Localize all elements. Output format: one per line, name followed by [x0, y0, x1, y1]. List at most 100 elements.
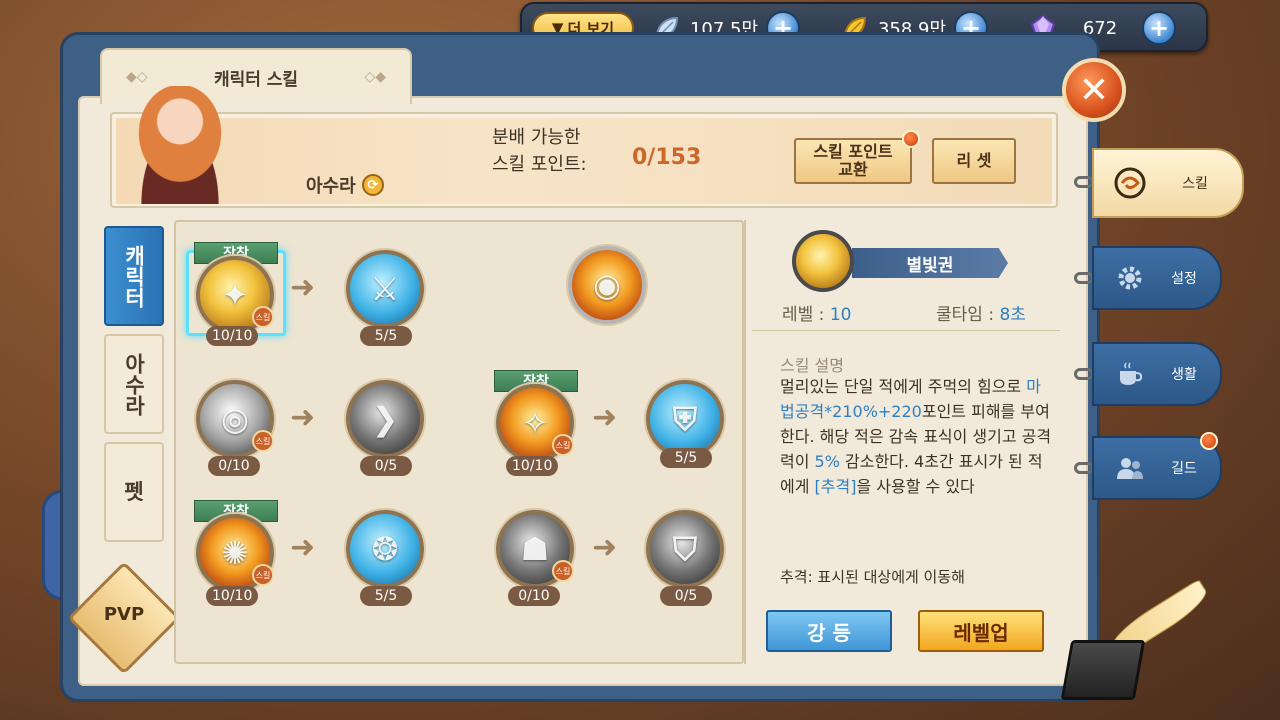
skill-burst[interactable]: ✺ 스킬 [196, 514, 274, 592]
tab-asura-label: 아수라 [122, 352, 146, 416]
swap-character-icon[interactable]: ⟳ [361, 174, 384, 196]
tab-guild-label: 길드 [1171, 461, 1197, 477]
tab-settings[interactable]: 설정 [1092, 246, 1222, 310]
enhance-button[interactable]: 강 등 [766, 610, 892, 652]
character-name: 아수라 [306, 176, 356, 197]
tab-character-label: 캐릭터 [122, 244, 146, 308]
close-button[interactable]: ✕ [1062, 58, 1126, 122]
skill-description: 멀리있는 단일 적에게 주먹의 힘으로 마법공격*210%+220포인트 피해를… [780, 374, 1055, 499]
enhance-label: 강 등 [807, 620, 851, 645]
skill-flame-strike[interactable]: ✧ 스킬 [496, 384, 574, 462]
notification-dot [902, 130, 920, 148]
sword-glyph-icon: ⚔ [370, 270, 400, 308]
binder-ring [1074, 368, 1094, 380]
skill-level: 0/5 [360, 456, 412, 476]
level-label: 레벨 : [782, 305, 830, 325]
kick-glyph-icon: ❯ [371, 400, 399, 438]
skill-kick[interactable]: ❯ [346, 380, 424, 458]
skill-sword-thrust[interactable]: ⚔ [346, 250, 424, 328]
inkwell-icon [1060, 640, 1146, 700]
skill-shadow-step[interactable]: ☗ 스킬 [496, 510, 574, 588]
flame-glyph-icon: ✧ [521, 404, 549, 442]
teacup-icon [1112, 356, 1148, 392]
exchange-points-button[interactable]: 스킬 포인트 교환 [794, 138, 912, 184]
exchange-points-label: 스킬 포인트 교환 [813, 142, 893, 179]
skill-iron-shield[interactable]: ⛉ [646, 510, 724, 588]
tab-life-label: 생활 [1171, 367, 1197, 383]
binder-ring [1074, 272, 1094, 284]
skill-type-badge: 스킬 [252, 306, 274, 328]
skill-points-label: 분배 가능한 스킬 포인트: [492, 124, 587, 178]
skill-name-ribbon: 별빛권 [852, 248, 1008, 278]
skill-level: 10/10 [506, 456, 559, 476]
arrow-right-icon: ➜ [290, 270, 316, 305]
skill-whirlwind[interactable]: ◎ 스킬 [196, 380, 274, 458]
arrow-right-icon: ➜ [592, 400, 618, 435]
shield-glyph-icon: ⛉ [672, 529, 697, 568]
people-icon [1112, 450, 1148, 486]
binder-ring [1074, 176, 1094, 188]
selected-skill-icon [792, 230, 854, 292]
skill-type-badge: 스킬 [552, 560, 574, 582]
tab-skill-label: 스킬 [1182, 176, 1208, 192]
skill-level: 0/5 [660, 586, 712, 606]
skill-level: 0/10 [208, 456, 260, 476]
tab-life[interactable]: 생활 [1092, 342, 1222, 406]
skill-starlight-fist[interactable]: ✦ 스킬 [196, 256, 274, 334]
skill-extra-note: 추격: 표시된 대상에게 이동해 [780, 568, 965, 586]
divider [752, 330, 1060, 331]
skill-type-badge: 스킬 [552, 434, 574, 456]
whirl-glyph-icon: ◎ [221, 400, 249, 438]
tab-settings-label: 설정 [1171, 271, 1197, 287]
fire-glyph-icon: ◉ [593, 266, 621, 304]
level-up-label: 레벨업 [953, 620, 1009, 645]
arrow-right-icon: ➜ [290, 530, 316, 565]
cooldown-label: 쿨타임 : [936, 305, 1000, 325]
skill-type-badge: 스킬 [252, 564, 274, 586]
character-portrait [120, 86, 240, 204]
shadow-glyph-icon: ☗ [520, 530, 550, 568]
tab-pet-label: 펫 [124, 480, 144, 504]
burst-glyph-icon: ✺ [221, 534, 249, 572]
gear-icon [1112, 260, 1148, 296]
skill-level: 5/5 [360, 326, 412, 346]
arrow-right-icon: ➜ [592, 530, 618, 565]
tab-asura[interactable]: 아수라 [104, 334, 164, 434]
skill-level: 5/5 [660, 448, 712, 468]
ornament-icon: ◆◇ [126, 69, 148, 85]
skill-vortex[interactable]: ❂ [346, 510, 424, 588]
skill-level: 10/10 [206, 326, 259, 346]
arrow-right-icon: ➜ [290, 400, 316, 435]
add-gem-button[interactable]: + [1142, 11, 1176, 45]
skill-type-badge: 스킬 [252, 430, 274, 452]
reset-button[interactable]: 리 셋 [932, 138, 1016, 184]
skill-cooldown-stat: 쿨타임 : 8초 [936, 300, 1026, 325]
desc-part-1: 멀리있는 단일 적에게 주먹의 힘으로 [780, 377, 1022, 396]
skill-level: 0/10 [508, 586, 560, 606]
skill-fire-ultimate[interactable]: ◉ [568, 246, 646, 324]
tab-character[interactable]: 캐릭터 [104, 226, 164, 326]
skill-guard-shield[interactable]: ⛨ [646, 380, 724, 458]
tab-skill[interactable]: 스킬 [1092, 148, 1244, 218]
skill-points-value: 0/153 [632, 145, 702, 170]
shield-glyph-icon: ⛨ [672, 399, 697, 438]
binder-ring [1074, 462, 1094, 474]
fist-glyph-icon: ✦ [221, 276, 249, 314]
level-up-button[interactable]: 레벨업 [918, 610, 1044, 652]
desc-skill-ref: [추격] [814, 477, 857, 496]
skill-swirl-icon [1112, 165, 1148, 201]
close-icon: ✕ [1078, 69, 1110, 111]
level-value: 10 [829, 305, 852, 325]
tab-pet[interactable]: 펫 [104, 442, 164, 542]
notification-dot [1200, 432, 1218, 450]
skill-level: 10/10 [206, 586, 259, 606]
reset-label: 리 셋 [956, 151, 992, 170]
character-name-row[interactable]: 아수라 ⟳ [306, 172, 384, 198]
skill-points-label-line1: 분배 가능한 [492, 127, 581, 148]
ornament-icon: ◇◆ [364, 69, 386, 85]
cooldown-value: 8초 [999, 305, 1026, 325]
desc-percent: 5% [814, 452, 840, 471]
skill-description-title: 스킬 설명 [780, 356, 844, 375]
vortex-glyph-icon: ❂ [371, 530, 399, 568]
desc-part-4: 을 사용할 수 있다 [856, 477, 975, 496]
